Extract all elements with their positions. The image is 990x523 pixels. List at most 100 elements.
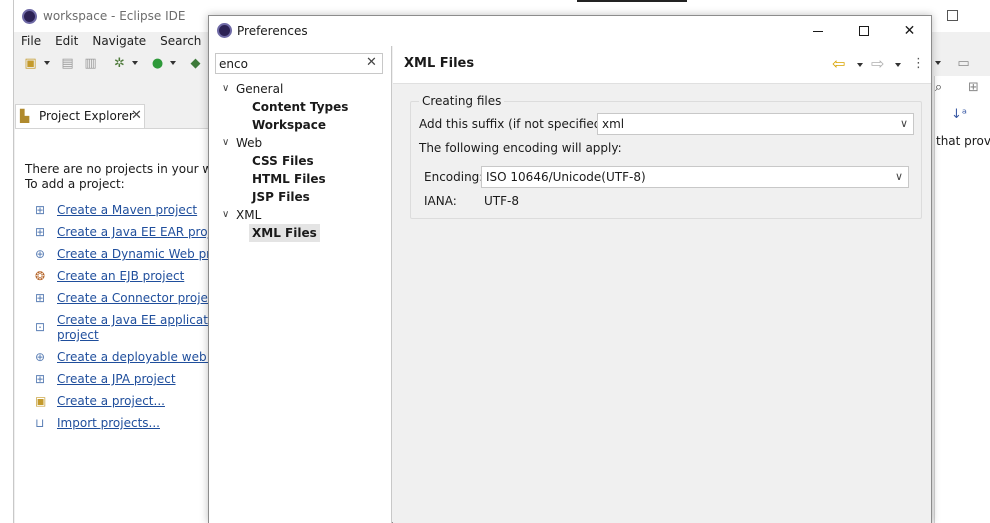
close-icon: ✕	[903, 23, 916, 39]
preferences-dialog: Preferences ✕ ✕ ∨ General Content Types …	[208, 15, 932, 523]
clear-icon[interactable]: ✕	[366, 55, 377, 70]
encoding-combo[interactable]: ISO 10646/Unicode(UTF-8) ∨	[481, 166, 909, 188]
maximize-icon	[858, 26, 869, 36]
tree-node-general[interactable]: ∨ General	[209, 80, 392, 98]
forward-dropdown-icon[interactable]	[895, 63, 901, 67]
ear-project-icon: ⊞	[35, 225, 46, 239]
open-perspective-icon[interactable]: ▭	[956, 57, 971, 71]
dialog-title: Preferences	[237, 24, 308, 38]
suffix-value: xml	[602, 117, 625, 131]
add-project-text: To add a project:	[25, 177, 125, 191]
eclipse-menubar: File Edit Navigate Search Pr	[14, 32, 234, 52]
dialog-titlebar: Preferences ✕	[209, 16, 931, 46]
filter-box: ✕	[215, 53, 383, 74]
project-explorer-icon: ▙	[20, 109, 30, 123]
page-body: Creating files Add this suffix (if not s…	[393, 85, 931, 523]
web-project-icon: ⊕	[35, 247, 46, 261]
tree-node-xml[interactable]: ∨ XML	[209, 206, 392, 224]
search-icon[interactable]: ⌕	[931, 81, 946, 95]
create-deployable-web-link[interactable]: Create a deployable web pro	[57, 350, 230, 364]
back-arrow-icon[interactable]: ⇦	[832, 55, 845, 73]
eclipse-window-title: workspace - Eclipse IDE	[43, 9, 186, 23]
create-ejb-project-link[interactable]: Create an EJB project	[57, 269, 184, 283]
page-header: XML Files ⇦ ⇨ ⋮	[393, 46, 931, 84]
run-dropdown-icon[interactable]	[170, 61, 176, 65]
debug-icon[interactable]: ✲	[112, 57, 127, 71]
tree-node-label: Web	[236, 136, 263, 150]
close-icon[interactable]: ✕	[131, 108, 142, 123]
menu-edit[interactable]: Edit	[48, 32, 85, 52]
save-all-icon[interactable]: ▥	[83, 57, 98, 71]
run-icon[interactable]: ●	[150, 57, 165, 71]
menu-file[interactable]: File	[14, 32, 48, 52]
debug-dropdown-icon[interactable]	[132, 61, 138, 65]
create-jpa-project-link[interactable]: Create a JPA project	[57, 372, 176, 386]
eclipse-maximize-icon[interactable]	[947, 10, 958, 21]
new-dropdown-icon[interactable]	[44, 61, 50, 65]
view-menu-icon[interactable]: ⋮	[912, 55, 925, 73]
import-projects-link[interactable]: Import projects...	[57, 416, 160, 430]
chevron-down-icon: ∨	[894, 170, 903, 183]
tree-item-label: Workspace	[252, 118, 327, 132]
close-button[interactable]: ✕	[887, 16, 932, 46]
tree-item-workspace[interactable]: Workspace	[209, 116, 392, 134]
tree-item-label: Content Types	[252, 100, 349, 114]
forward-arrow-icon[interactable]: ⇨	[871, 55, 884, 73]
create-ear-project-link[interactable]: Create a Java EE EAR project	[57, 225, 230, 239]
iana-label: IANA:	[424, 194, 457, 208]
application-client-icon: ⊡	[35, 320, 46, 334]
project-explorer-tab[interactable]: ▙ Project Explorer ✕	[15, 104, 145, 128]
creating-files-group: Creating files Add this suffix (if not s…	[410, 94, 922, 219]
import-projects-icon: ⊔	[35, 416, 45, 430]
tree-node-label: General	[236, 82, 284, 96]
encoding-value: ISO 10646/Unicode(UTF-8)	[486, 170, 646, 184]
perspective-dropdown-icon[interactable]	[935, 61, 941, 65]
maven-project-icon: ⊞	[35, 203, 46, 217]
chevron-down-icon[interactable]: ∨	[222, 206, 232, 224]
tree-item-html-files[interactable]: HTML Files	[209, 170, 392, 188]
eclipse-logo-icon	[22, 9, 37, 24]
perspective-layout-icon[interactable]: ⊞	[966, 81, 981, 95]
tree-item-label: JSP Files	[252, 190, 310, 204]
create-project-link[interactable]: Create a project...	[57, 394, 165, 408]
right-partial-text: that provic	[936, 134, 990, 148]
new-project-icon: ▣	[35, 394, 47, 408]
chevron-down-icon: ∨	[899, 117, 908, 130]
server-icon[interactable]: ◆	[188, 57, 203, 71]
create-maven-project-link[interactable]: Create a Maven project	[57, 203, 197, 217]
sort-icon[interactable]: ↓ᵃ	[951, 108, 967, 122]
chevron-down-icon[interactable]: ∨	[222, 80, 232, 98]
no-projects-text: There are no projects in your work	[25, 162, 232, 176]
create-connector-project-link[interactable]: Create a Connector project	[57, 291, 219, 305]
tree-item-jsp-files[interactable]: JSP Files	[209, 188, 392, 206]
save-icon[interactable]: ▤	[60, 57, 75, 71]
connector-project-icon: ⊞	[35, 291, 46, 305]
chevron-down-icon[interactable]: ∨	[222, 134, 232, 152]
create-application-client-link[interactable]: Create a Java EE application	[57, 313, 226, 327]
menu-navigate[interactable]: Navigate	[85, 32, 153, 52]
tree-node-web[interactable]: ∨ Web	[209, 134, 392, 152]
suffix-combo[interactable]: xml ∨	[597, 113, 914, 135]
minimize-icon	[812, 30, 823, 32]
back-dropdown-icon[interactable]	[857, 63, 863, 67]
group-title: Creating files	[419, 94, 505, 108]
create-application-client-link-line2[interactable]: project	[57, 328, 99, 342]
tree-item-label: HTML Files	[252, 172, 326, 186]
jpa-project-icon: ⊞	[35, 372, 46, 386]
preferences-tree-pane: ✕ ∨ General Content Types Workspace ∨ We…	[209, 46, 392, 523]
tree-item-xml-files[interactable]: XML Files	[209, 224, 392, 242]
tree-item-content-types[interactable]: Content Types	[209, 98, 392, 116]
maximize-button[interactable]	[841, 16, 886, 46]
dialog-logo-icon	[217, 23, 232, 38]
new-icon[interactable]: ▣	[23, 57, 38, 71]
tree-item-label: CSS Files	[252, 154, 314, 168]
menu-search[interactable]: Search	[153, 32, 208, 52]
minimize-button[interactable]	[795, 16, 840, 46]
create-dynamic-web-project-link[interactable]: Create a Dynamic Web proje	[57, 247, 229, 261]
tree-item-css-files[interactable]: CSS Files	[209, 152, 392, 170]
encoding-intro-text: The following encoding will apply:	[419, 141, 622, 155]
deployable-web-icon: ⊕	[35, 350, 46, 364]
filter-input[interactable]	[219, 55, 359, 72]
top-edge-strip	[577, 0, 687, 2]
ejb-project-icon: ❂	[35, 269, 46, 283]
